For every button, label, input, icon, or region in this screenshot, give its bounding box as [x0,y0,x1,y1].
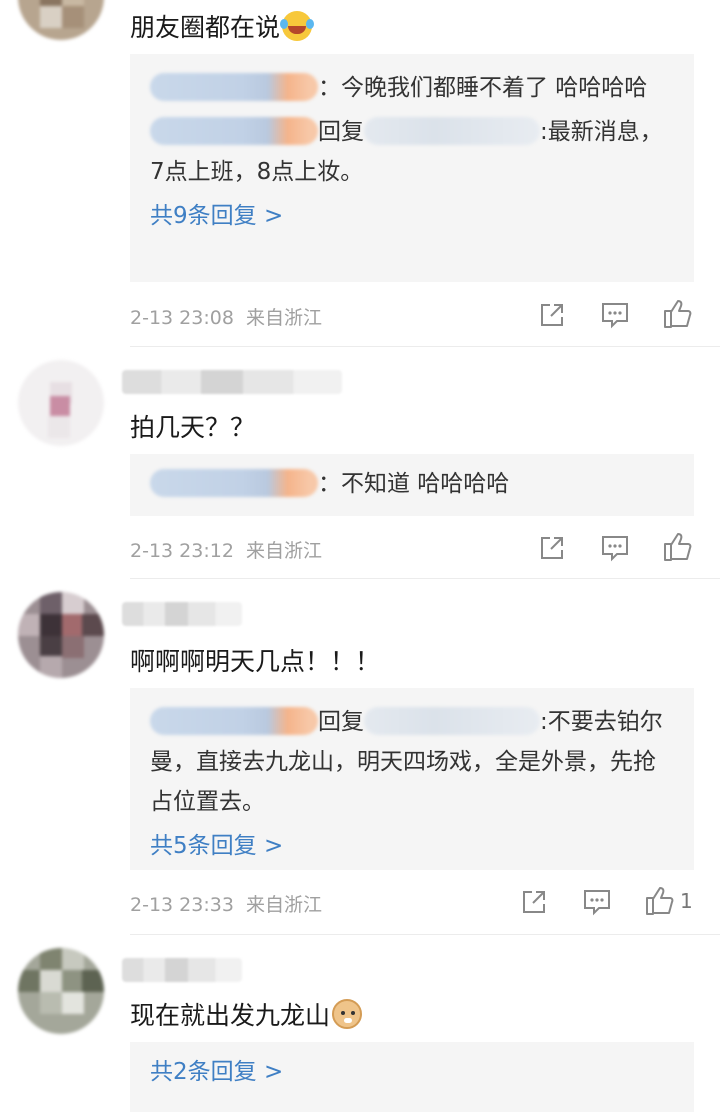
share-icon [523,891,545,913]
avatar[interactable] [18,360,104,446]
comment-text-content: 现在就出发九龙山 [130,1001,331,1030]
reply-word: 回复 [318,119,364,145]
comment-location: 来自浙江 [246,894,323,916]
reply-username[interactable] [150,469,318,497]
reply-box[interactable]: 共2条回复 > [130,1042,694,1112]
avatar[interactable] [18,948,104,1034]
comment-text-content: 啊啊啊明天几点！！！ [130,647,381,676]
share-icon [541,304,563,326]
reply-box[interactable]: ：不知道 哈哈哈哈 [130,454,694,516]
comment-divider [130,578,720,579]
reply-item[interactable]: 回复:不要去铂尔曼，直接去九龙山，明天四场戏，全是外景，先抢占位置去。 [150,702,674,822]
reply-item[interactable]: 回复:最新消息，7点上班，8点上妆。 [150,112,674,192]
replied-username[interactable] [364,117,540,145]
comment-time: 2-13 23:33 [130,894,234,916]
reply-username[interactable] [150,73,318,101]
avatar[interactable] [18,0,104,40]
like-icon [646,887,674,915]
reply-box[interactable]: ：今晚我们都睡不着了 哈哈哈哈 回复:最新消息，7点上班，8点上妆。 共9条回复… [130,54,694,282]
reply-word: 回复 [318,709,364,735]
comment-text-content: 朋友圈都在说 [130,13,281,42]
reply-text: ：不知道 哈哈哈哈 [318,471,510,497]
reply-username[interactable] [150,707,318,735]
comment-icon [602,303,628,329]
username[interactable] [122,370,342,394]
replied-username[interactable] [364,707,540,735]
comment-location: 来自浙江 [246,307,323,329]
like-button[interactable]: 1 [644,885,693,917]
reply-text: ：今晚我们都睡不着了 哈哈哈哈 [318,75,648,101]
doge-emoji-icon [332,999,363,1029]
comment-text: 朋友圈都在说 [130,8,313,44]
more-replies-link[interactable]: 共5条回复 > [150,826,674,866]
share-button[interactable] [538,534,566,562]
comment-button[interactable] [600,534,630,562]
comment-text: 现在就出发九龙山 [130,996,363,1032]
more-replies-link[interactable]: 共9条回复 > [150,196,674,236]
laughing-tears-emoji-icon [280,11,313,41]
comment-button[interactable] [582,888,612,916]
comment-text: 拍几天？？ [130,408,255,444]
comment-time: 2-13 23:12 [130,540,234,562]
like-icon [664,533,692,561]
share-button[interactable] [538,301,566,329]
avatar[interactable] [18,592,104,678]
like-button[interactable] [662,298,692,330]
like-icon [664,300,692,328]
comment-time: 2-13 23:08 [130,307,234,329]
username[interactable] [122,958,242,982]
share-icon [541,537,563,559]
more-replies-link[interactable]: 共2条回复 > [150,1052,674,1092]
username[interactable] [122,602,242,626]
comment-location: 来自浙江 [246,540,323,562]
reply-box[interactable]: 回复:不要去铂尔曼，直接去九龙山，明天四场戏，全是外景，先抢占位置去。 共5条回… [130,688,694,870]
reply-item[interactable]: ：不知道 哈哈哈哈 [150,464,674,504]
comment-meta: 2-13 23:12 来自浙江 [130,536,322,563]
reply-item[interactable]: ：今晚我们都睡不着了 哈哈哈哈 [150,68,674,108]
comment-icon [602,536,628,562]
comment-icon [584,890,610,916]
comment-divider [130,346,720,347]
comment-meta: 2-13 23:08 来自浙江 [130,303,322,330]
like-button[interactable] [662,531,692,563]
comment-button[interactable] [600,301,630,329]
reply-username[interactable] [150,117,318,145]
like-count: 1 [680,889,693,913]
comment-text: 啊啊啊明天几点！！！ [130,642,380,678]
share-button[interactable] [520,888,548,916]
comment-divider [130,934,720,935]
comment-text-content: 拍几天？？ [130,413,256,442]
comment-meta: 2-13 23:33 来自浙江 [130,890,322,917]
